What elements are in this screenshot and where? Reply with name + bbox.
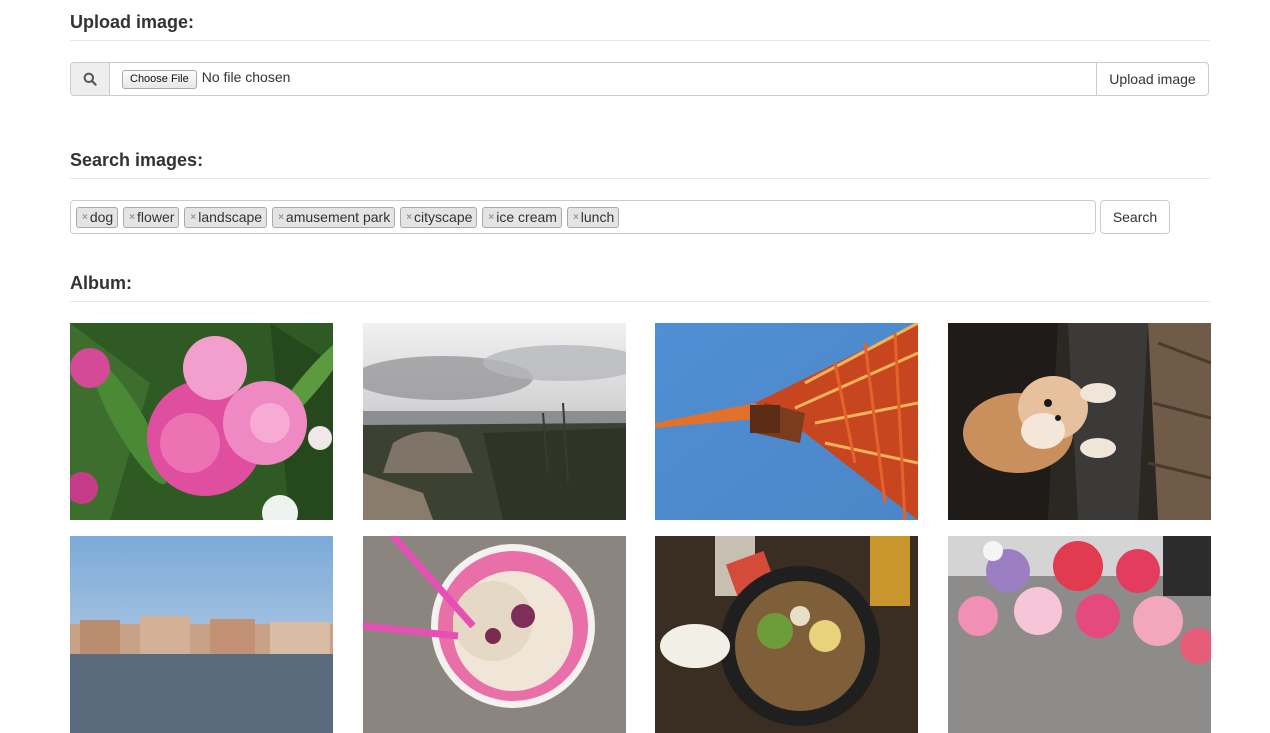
upload-image-button[interactable]: Upload image (1096, 63, 1208, 95)
file-input[interactable]: Choose File No file chosen (110, 63, 1096, 95)
album-photo-landscape[interactable] (363, 323, 626, 520)
tag-cityscape[interactable]: × cityscape (400, 206, 478, 228)
tag-label: lunch (580, 209, 615, 225)
tag-amusement-park[interactable]: × amusement park (272, 206, 396, 228)
remove-tag-icon[interactable]: × (488, 212, 494, 223)
remove-tag-icon[interactable]: × (573, 212, 579, 223)
album-photo-lunch[interactable] (655, 536, 918, 733)
remove-tag-icon[interactable]: × (278, 212, 284, 223)
tag-label: dog (89, 209, 114, 225)
main-container: Upload image: Choose File No file chosen… (70, 0, 1211, 733)
search-button[interactable]: Search (1100, 200, 1170, 234)
remove-tag-icon[interactable]: × (190, 212, 196, 223)
remove-tag-icon[interactable]: × (82, 212, 88, 223)
tag-landscape[interactable]: × landscape (184, 206, 268, 228)
album-photo-waterfront[interactable] (70, 536, 333, 733)
upload-section-title: Upload image: (70, 0, 1210, 41)
tag-label: flower (137, 209, 175, 225)
album-section-title: Album: (70, 261, 1210, 302)
search-section-title: Search images: (70, 138, 1210, 179)
tag-label: amusement park (285, 209, 391, 225)
remove-tag-icon[interactable]: × (129, 212, 135, 223)
tag-label: cityscape (414, 209, 473, 225)
tag-label: ice cream (496, 209, 557, 225)
remove-tag-icon[interactable]: × (406, 212, 412, 223)
tag-flower[interactable]: × flower (123, 206, 180, 228)
search-icon (71, 63, 110, 95)
tag-dog[interactable]: × dog (76, 206, 119, 228)
upload-input-group: Choose File No file chosen Upload image (70, 62, 1209, 96)
album-photo-tower[interactable] (655, 323, 918, 520)
album-photo-ice-cream[interactable] (363, 536, 626, 733)
tag-lunch[interactable]: × lunch (566, 206, 620, 228)
album-photo-peony[interactable] (70, 323, 333, 520)
album-photo-flowers[interactable] (948, 536, 1211, 733)
tag-label: landscape (198, 209, 263, 225)
album-photo-dog[interactable] (948, 323, 1211, 520)
choose-file-button[interactable]: Choose File (122, 70, 197, 89)
tag-ice-cream[interactable]: × ice cream (482, 206, 562, 228)
tag-search-input[interactable]: × dog × flower × landscape × amusement park … (70, 200, 1096, 234)
file-status-text: No file chosen (201, 69, 291, 85)
